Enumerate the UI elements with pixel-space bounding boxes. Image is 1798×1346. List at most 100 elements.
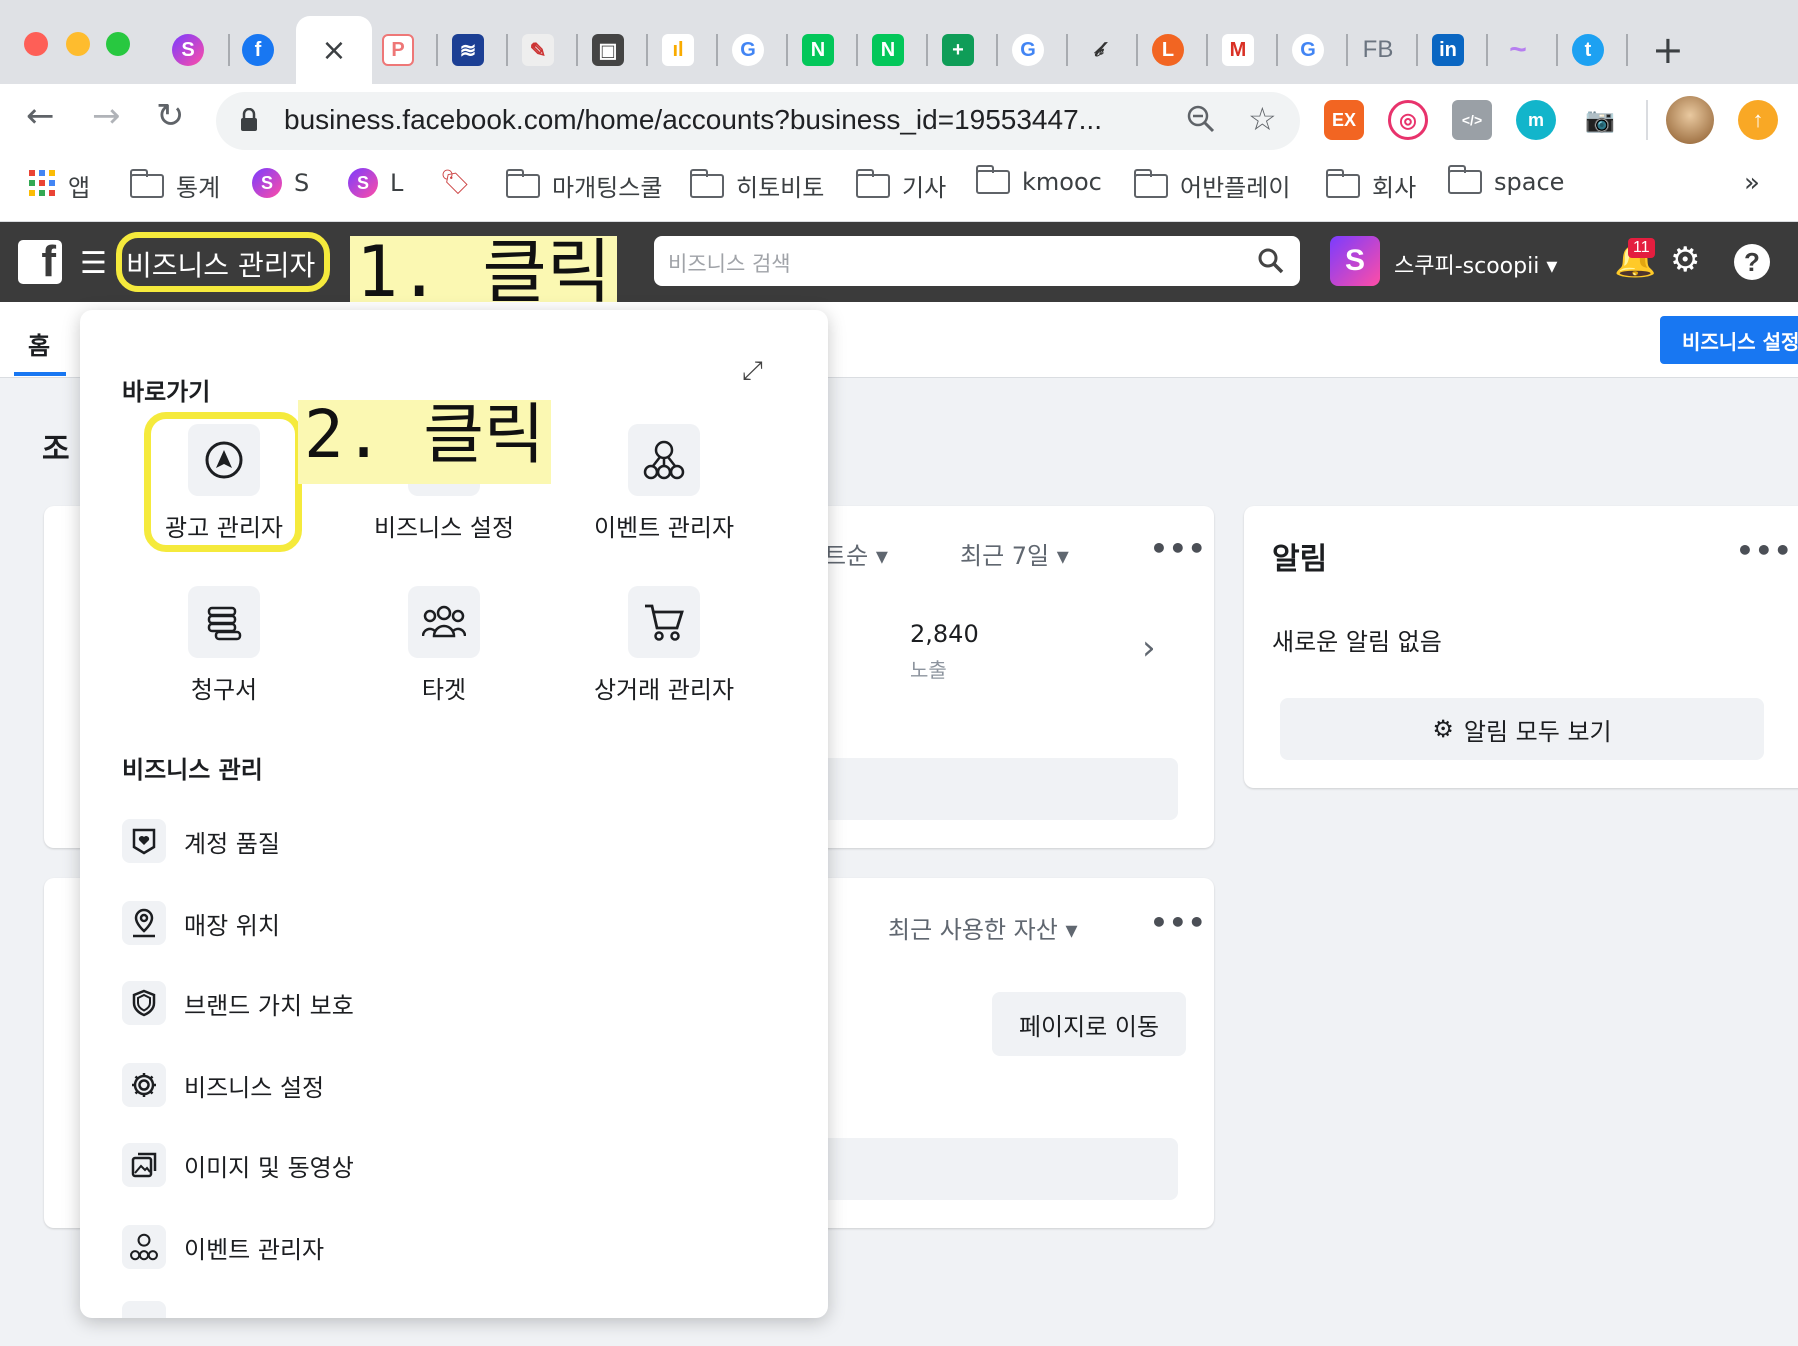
more-options-icon[interactable]: •••	[1736, 534, 1793, 567]
menu-item-images-videos[interactable]: 이미지 및 동영상	[122, 1140, 354, 1190]
new-tab-button[interactable]: +	[1652, 28, 1684, 72]
menu-item-events-manager[interactable]: 이벤트 관리자	[122, 1222, 324, 1272]
browser-tab[interactable]: G	[720, 24, 776, 76]
close-window-button[interactable]	[24, 32, 48, 56]
tab-divider	[646, 34, 648, 66]
bookmark-folder[interactable]: space	[1448, 165, 1564, 196]
tab-divider	[576, 34, 578, 66]
date-range-dropdown[interactable]: 최근 7일 ▾	[960, 536, 1069, 571]
bookmark-folder[interactable]: 마개팅스쿨	[506, 168, 662, 203]
search-placeholder: 비즈니스 검색	[668, 252, 791, 276]
browser-tab[interactable]: FB	[1350, 24, 1406, 76]
browser-tab[interactable]: +	[930, 24, 986, 76]
browser-tab[interactable]: L	[1140, 24, 1196, 76]
more-options-icon[interactable]: •••	[1150, 906, 1207, 939]
bookmark-folder[interactable]: 기사	[856, 168, 946, 203]
bookmark-label: 앱	[68, 174, 91, 202]
view-all-alerts-button[interactable]: ⚙ 알림 모두 보기	[1280, 698, 1764, 760]
code-extension-icon[interactable]: </>	[1452, 100, 1492, 140]
business-settings-button[interactable]: 비즈니스 설정	[1660, 316, 1798, 364]
zoom-icon[interactable]	[1186, 104, 1216, 138]
bookmark-link[interactable]: 🏷	[440, 168, 470, 196]
bookmark-link[interactable]: SS	[252, 168, 309, 198]
update-arrow-icon[interactable]: ↑	[1738, 100, 1778, 140]
bookmarks-overflow-button[interactable]: »	[1744, 168, 1760, 198]
shortcut-commerce-manager[interactable]: 상거래 관리자	[554, 586, 774, 705]
bookmark-label: 마개팅스쿨	[552, 174, 663, 202]
menu-item-business-settings[interactable]: 비즈니스 설정	[122, 1060, 324, 1110]
tab-home[interactable]: 홈	[28, 326, 50, 361]
zoom-window-button[interactable]	[106, 32, 130, 56]
bookmark-link[interactable]: SL	[348, 168, 403, 198]
browser-tab[interactable]: ıl	[650, 24, 706, 76]
m-extension-icon[interactable]: m	[1516, 100, 1556, 140]
highlight-step1	[116, 232, 330, 292]
browser-tab[interactable]: P	[370, 24, 426, 76]
account-switcher[interactable]: 스쿠피-scoopii ▾	[1394, 248, 1557, 280]
sort-dropdown[interactable]: 트순 ▾	[824, 536, 888, 571]
assets-filter-label: 최근 사용한 자산	[888, 916, 1058, 944]
business-avatar[interactable]: S	[1330, 236, 1380, 286]
browser-tab[interactable]: 𝒷	[1070, 24, 1126, 76]
bookmark-apps[interactable]: 앱	[28, 168, 90, 203]
target-extension-icon[interactable]: ◎	[1388, 100, 1428, 140]
star-bookmark-icon[interactable]: ☆	[1248, 100, 1277, 138]
bookmark-folder[interactable]: 어반플레이	[1134, 168, 1290, 203]
menu-hamburger-icon[interactable]: ☰	[80, 246, 107, 281]
impressions-value: 2,840	[910, 620, 979, 648]
minimize-window-button[interactable]	[66, 32, 90, 56]
menu-item-cutoff[interactable]	[122, 1298, 166, 1318]
shortcut-label: 청구서	[190, 676, 258, 704]
reload-icon[interactable]: ↻	[156, 96, 185, 136]
close-tab-icon[interactable]: ×	[321, 33, 346, 68]
menu-item-store-locations[interactable]: 매장 위치	[122, 898, 280, 948]
browser-tab[interactable]: N	[790, 24, 846, 76]
bookmark-label: 어반플레이	[1180, 174, 1291, 202]
tab-divider	[1556, 34, 1558, 66]
menu-item-account-quality[interactable]: 계정 품질	[122, 816, 280, 866]
browser-tab[interactable]: N	[860, 24, 916, 76]
shortcut-audiences[interactable]: 타겟	[334, 586, 554, 705]
document-icon	[122, 1301, 166, 1318]
bookmark-folder[interactable]: kmooc	[976, 165, 1102, 196]
browser-tab-active[interactable]: ×	[296, 16, 372, 84]
search-icon[interactable]	[1258, 248, 1284, 278]
shortcut-invoices[interactable]: 청구서	[114, 586, 334, 705]
caret-down-icon: ▾	[1056, 542, 1069, 570]
browser-tab[interactable]: ~	[1490, 24, 1546, 76]
browser-tab[interactable]: M	[1210, 24, 1266, 76]
browser-tab[interactable]: t	[1560, 24, 1616, 76]
browser-tab[interactable]: ▣	[580, 24, 636, 76]
camera-extension-icon[interactable]: 📷	[1580, 100, 1620, 140]
more-options-icon[interactable]: •••	[1150, 532, 1207, 565]
facebook-logo-icon[interactable]: f	[18, 240, 62, 284]
back-arrow-icon[interactable]: ←	[26, 96, 55, 136]
bookmark-folder[interactable]: 통계	[130, 168, 220, 203]
ex-extension-icon[interactable]: EX	[1324, 100, 1364, 140]
sort-label: 트순	[824, 542, 869, 570]
expand-icon[interactable]: ⤢	[742, 356, 763, 387]
lock-icon[interactable]	[240, 107, 258, 132]
active-tab-indicator	[14, 372, 66, 376]
browser-tab[interactable]: in	[1420, 24, 1476, 76]
chevron-right-icon[interactable]: ›	[1142, 628, 1156, 668]
profile-avatar[interactable]	[1666, 96, 1714, 144]
menu-item-brand-safety[interactable]: 브랜드 가치 보호	[122, 978, 354, 1028]
shortcut-events-manager[interactable]: 이벤트 관리자	[554, 424, 774, 543]
tab-divider	[1276, 34, 1278, 66]
browser-tab[interactable]: G	[1000, 24, 1056, 76]
shortcut-label: 비즈니스 설정	[373, 514, 515, 542]
browser-tab[interactable]: G	[1280, 24, 1336, 76]
forward-arrow-icon[interactable]: →	[92, 96, 121, 136]
browser-tab[interactable]: S	[160, 24, 216, 76]
gear-icon[interactable]: ⚙	[1670, 240, 1700, 280]
browser-tab[interactable]: ≋	[440, 24, 496, 76]
url-text[interactable]: business.facebook.com/home/accounts?busi…	[284, 104, 1154, 136]
help-icon[interactable]: ?	[1734, 244, 1770, 280]
bookmark-folder[interactable]: 히토비토	[690, 168, 824, 203]
browser-tab[interactable]: f	[230, 24, 286, 76]
assets-filter-dropdown[interactable]: 최근 사용한 자산 ▾	[888, 910, 1078, 945]
bookmark-folder[interactable]: 회사	[1326, 168, 1416, 203]
go-to-page-button[interactable]: 페이지로 이동	[992, 992, 1186, 1056]
browser-tab[interactable]: ✎	[510, 24, 566, 76]
